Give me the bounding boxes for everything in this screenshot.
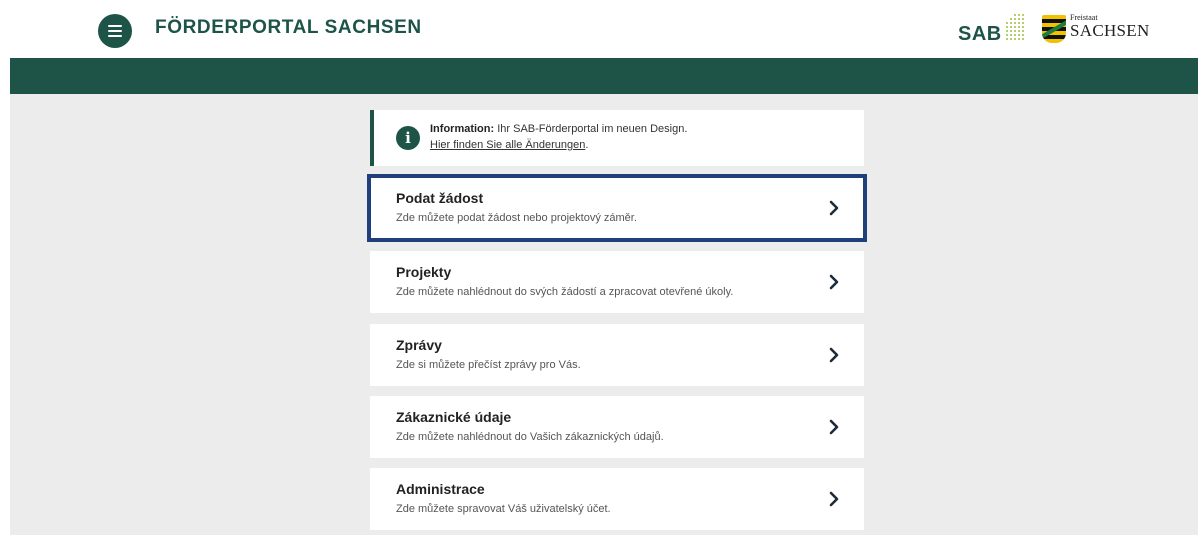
link-suffix: . xyxy=(585,139,589,151)
sab-logo-text: SAB xyxy=(958,23,1002,45)
card-description: Zde můžete nahlédnout do Vašich zákaznic… xyxy=(396,431,664,443)
info-label: Information: xyxy=(430,123,495,135)
card-description: Zde si můžete přečíst zprávy pro Vás. xyxy=(396,359,581,371)
card-administrace[interactable]: Administrace Zde můžete spravovat Váš už… xyxy=(370,468,864,530)
changes-link[interactable]: Hier finden Sie alle Änderungen xyxy=(430,139,585,151)
chevron-right-icon xyxy=(829,200,839,216)
card-description: Zde můžete nahlédnout do svých žádostí a… xyxy=(396,286,734,298)
menu-button[interactable] xyxy=(98,14,132,48)
sachsen-logo[interactable]: Freistaat SACHSEN xyxy=(1042,13,1149,43)
hamburger-menu-icon xyxy=(108,25,122,27)
chevron-right-icon xyxy=(829,347,839,363)
card-title: Podat žádost xyxy=(396,190,484,206)
top-header: FÖRDERPORTAL SACHSEN SAB Freistaat SACHS… xyxy=(0,0,1198,58)
sab-dots-icon xyxy=(1006,14,1028,44)
card-title: Zákaznické údaje xyxy=(396,409,512,425)
sachsen-coat-of-arms-icon xyxy=(1042,15,1066,43)
sachsen-logo-big: SACHSEN xyxy=(1070,21,1150,40)
card-zpravy[interactable]: Zprávy Zde si můžete přečíst zprávy pro … xyxy=(370,324,864,386)
chevron-right-icon xyxy=(829,491,839,507)
card-description: Zde můžete podat žádost nebo projektový … xyxy=(396,212,637,224)
card-title: Administrace xyxy=(396,481,485,497)
info-notice: i Information: Ihr SAB-Förderportal im n… xyxy=(370,110,864,166)
header-band xyxy=(10,58,1198,94)
info-icon: i xyxy=(396,126,420,150)
chevron-right-icon xyxy=(829,419,839,435)
portal-title[interactable]: FÖRDERPORTAL SACHSEN xyxy=(155,17,422,39)
card-title: Zprávy xyxy=(396,337,442,353)
card-podat-zadost[interactable]: Podat žádost Zde můžete podat žádost neb… xyxy=(367,174,867,242)
card-title: Projekty xyxy=(396,264,452,280)
sab-logo[interactable]: SAB xyxy=(958,12,1028,46)
info-text: Information: Ihr SAB-Förderportal im neu… xyxy=(430,123,687,135)
card-projekty[interactable]: Projekty Zde můžete nahlédnout do svých … xyxy=(370,251,864,313)
card-zakaznicke-udaje[interactable]: Zákaznické údaje Zde můžete nahlédnout d… xyxy=(370,396,864,458)
card-description: Zde můžete spravovat Váš uživatelský úče… xyxy=(396,503,611,515)
info-message: Ihr SAB-Förderportal im neuen Design. xyxy=(494,123,688,135)
chevron-right-icon xyxy=(829,274,839,290)
